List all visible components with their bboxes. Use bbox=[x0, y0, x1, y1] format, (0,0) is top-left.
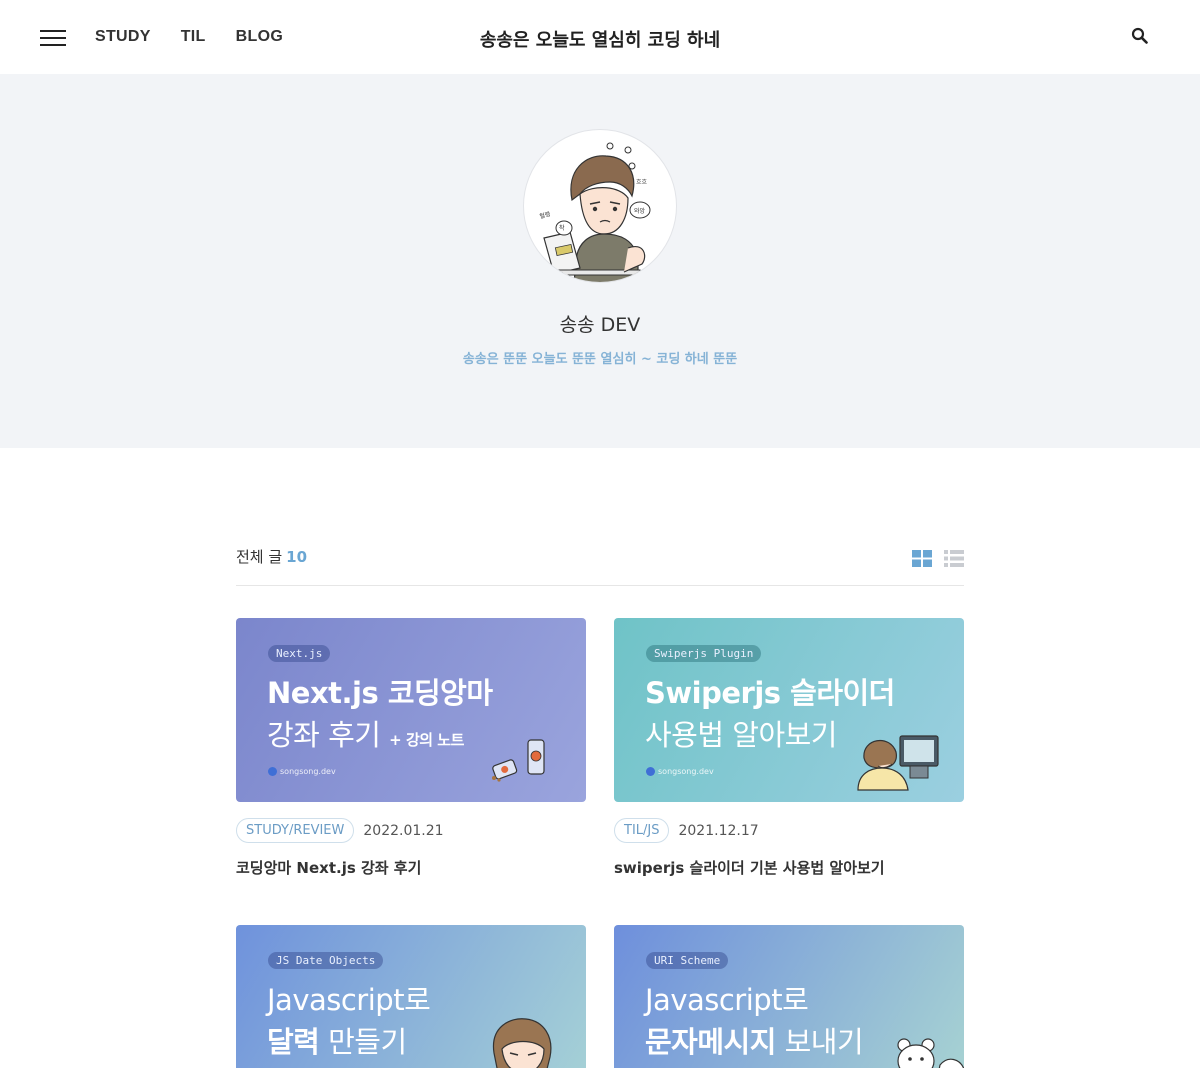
thumbnail-tag: Next.js bbox=[268, 645, 331, 662]
list-view-icon[interactable] bbox=[944, 550, 964, 567]
post-card: JS Date Objects Javascript로 달력 만들기 bbox=[236, 925, 586, 1068]
thumbnail-title-line1: Javascript로 bbox=[267, 983, 431, 1017]
avatar-text-heuheu: 흐흐 bbox=[636, 179, 648, 186]
view-toggle bbox=[912, 550, 964, 567]
thumbnail-tag: Swiperjs Plugin bbox=[646, 645, 762, 662]
post-date: 2022.01.21 bbox=[363, 822, 444, 839]
brand-logo-icon bbox=[646, 767, 655, 776]
thumbnail-title-line2: 달력 만들기 bbox=[267, 1019, 407, 1061]
thumbnail-tag: JS Date Objects bbox=[268, 952, 384, 969]
thumbnail-brand: songsong.dev bbox=[646, 767, 714, 776]
total-posts-label: 전체 글 bbox=[236, 548, 283, 566]
thumbnail-title-line2: 강좌 후기 + 강의 노트 bbox=[267, 712, 464, 754]
profile-description: 송송은 뚠뚠 오늘도 뚠뚠 열심히 ~ 코딩 하네 뚠뚠 bbox=[462, 352, 738, 367]
post-title[interactable]: swiperjs 슬라이더 기본 사용법 알아보기 bbox=[614, 857, 964, 878]
post-card: Swiperjs Plugin Swiperjs 슬라이더 사용법 알아보기 s… bbox=[614, 618, 964, 878]
search-icon[interactable] bbox=[1131, 27, 1149, 45]
post-card: Next.js Next.js 코딩앙마 강좌 후기 + 강의 노트 songs… bbox=[236, 618, 586, 878]
thumbnail-title-line1: Javascript로 bbox=[645, 983, 809, 1017]
avatar-text-chak: 착 bbox=[559, 224, 565, 232]
thumbnail-tag: URI Scheme bbox=[646, 952, 729, 969]
brand-logo-icon bbox=[268, 767, 277, 776]
profile-avatar: 와앙 착 헐랭 흐흐 bbox=[523, 129, 677, 283]
bear-illustration-icon bbox=[897, 1038, 964, 1068]
post-meta: TIL/JS 2021.12.17 bbox=[614, 818, 964, 843]
category-badge[interactable]: TIL/JS bbox=[614, 818, 670, 843]
thumbnail-title-highlight: 문자메시지 bbox=[645, 1025, 776, 1059]
profile-hero: 와앙 착 헐랭 흐흐 송송 DEV 송송은 뚠뚠 오늘도 뚠뚠 열심히 ~ 코딩… bbox=[0, 74, 1200, 448]
thumbnail-title-line1: Swiperjs 슬라이더 bbox=[645, 676, 895, 710]
avatar-text-heollaeng: 헐랭 bbox=[539, 210, 552, 221]
category-badge[interactable]: STUDY/REVIEW bbox=[236, 818, 355, 843]
post-list-header: 전체 글 10 bbox=[236, 546, 964, 586]
thumbnail-title-line1: Next.js 코딩앙마 bbox=[267, 676, 493, 710]
thumbnail-title-line2-text: 강좌 후기 bbox=[267, 718, 381, 752]
profile-name: 송송 DEV bbox=[559, 314, 641, 336]
avatar-text-waang: 와앙 bbox=[634, 207, 646, 215]
brand-text: songsong.dev bbox=[658, 767, 714, 776]
site-header: STUDY TIL BLOG 송송은 오늘도 열심히 코딩 하네 bbox=[0, 0, 1200, 74]
post-thumbnail[interactable]: JS Date Objects Javascript로 달력 만들기 bbox=[236, 925, 586, 1068]
brand-text: songsong.dev bbox=[280, 767, 336, 776]
tired-developer-illustration-icon bbox=[857, 735, 939, 791]
thumbnail-title-line2-text: 만들기 bbox=[328, 1025, 407, 1059]
thumbnail-title-line2: 문자메시지 보내기 bbox=[645, 1019, 864, 1061]
thumbnail-title-line2-text: 보내기 bbox=[784, 1025, 864, 1059]
thumbnail-title-highlight: 달력 bbox=[267, 1025, 320, 1059]
can-illustration-icon bbox=[492, 739, 545, 782]
post-thumbnail[interactable]: URI Scheme Javascript로 문자메시지 보내기 bbox=[614, 925, 964, 1068]
post-thumbnail[interactable]: Next.js Next.js 코딩앙마 강좌 후기 + 강의 노트 songs… bbox=[236, 618, 586, 802]
total-posts-count: 10 bbox=[286, 548, 308, 566]
post-date: 2021.12.17 bbox=[678, 822, 759, 839]
thumbnail-title-line2: 사용법 알아보기 bbox=[645, 718, 837, 752]
grid-view-icon[interactable] bbox=[912, 550, 932, 567]
post-thumbnail[interactable]: Swiperjs Plugin Swiperjs 슬라이더 사용법 알아보기 s… bbox=[614, 618, 964, 802]
post-title[interactable]: 코딩앙마 Next.js 강좌 후기 bbox=[236, 857, 586, 878]
thumbnail-brand: songsong.dev bbox=[268, 767, 336, 776]
girl-illustration-icon bbox=[492, 1018, 552, 1068]
post-meta: STUDY/REVIEW 2022.01.21 bbox=[236, 818, 586, 843]
thumbnail-subtitle: + 강의 노트 bbox=[389, 731, 464, 749]
post-card: URI Scheme Javascript로 문자메시지 보내기 bbox=[614, 925, 964, 1068]
site-title[interactable]: 송송은 오늘도 열심히 코딩 하네 bbox=[0, 26, 1200, 52]
